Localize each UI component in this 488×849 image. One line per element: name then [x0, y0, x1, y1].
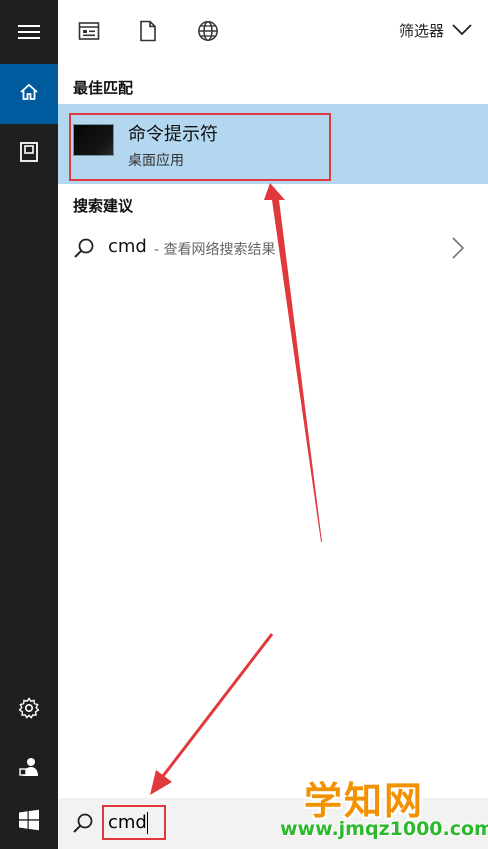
gear-icon	[18, 697, 40, 723]
best-match-name: 命令提示符	[128, 124, 218, 145]
apps-filter-button[interactable]	[75, 19, 103, 47]
filter-dropdown[interactable]: 筛选器	[399, 20, 472, 41]
search-icon	[73, 237, 95, 263]
settings-button[interactable]	[0, 680, 58, 740]
best-match-heading: 最佳匹配	[73, 79, 134, 97]
documents-filter-icon	[139, 20, 157, 46]
hamburger-menu-icon	[18, 24, 40, 44]
filter-toolbar: 筛选器	[58, 0, 488, 64]
user-icon	[18, 756, 40, 782]
search-input[interactable]: cmd	[102, 805, 166, 840]
start-button[interactable]	[0, 794, 58, 849]
command-prompt-icon	[73, 124, 114, 156]
text-caret	[147, 812, 148, 834]
suggestions-heading: 搜索建议	[73, 197, 134, 215]
start-sidebar	[0, 0, 58, 849]
watermark: 学知网 www.jmqz1000.com	[268, 768, 488, 849]
best-match-type: 桌面应用	[128, 153, 184, 169]
home-button[interactable]	[0, 64, 58, 124]
web-suggestion-item[interactable]: cmd - 查看网络搜索结果	[58, 226, 488, 270]
web-filter-button[interactable]	[194, 19, 222, 47]
search-input-value: cmd	[108, 812, 147, 833]
watermark-brand: 学知网	[304, 779, 425, 823]
search-results-panel: 筛选器 最佳匹配 命令提示符 桌面应用 搜索建议 cmd - 查看网络搜索结果	[58, 0, 488, 798]
suggestion-hint: - 查看网络搜索结果	[154, 242, 276, 258]
hamburger-menu-button[interactable]	[0, 4, 58, 64]
best-match-item[interactable]: 命令提示符 桌面应用	[58, 104, 488, 184]
search-icon	[72, 812, 94, 838]
apps-filter-icon	[78, 21, 100, 45]
user-button[interactable]	[0, 739, 58, 799]
documents-button[interactable]	[0, 124, 58, 184]
web-filter-icon	[197, 20, 219, 46]
documents-filter-button[interactable]	[134, 19, 162, 47]
suggestion-term: cmd	[108, 236, 147, 257]
chevron-down-icon	[452, 22, 472, 40]
chevron-right-icon	[452, 237, 465, 263]
filter-label: 筛选器	[398, 22, 444, 40]
windows-start-icon	[18, 809, 40, 835]
document-icon	[19, 141, 39, 167]
home-icon	[19, 82, 39, 106]
watermark-url: www.jmqz1000.com	[280, 818, 488, 840]
